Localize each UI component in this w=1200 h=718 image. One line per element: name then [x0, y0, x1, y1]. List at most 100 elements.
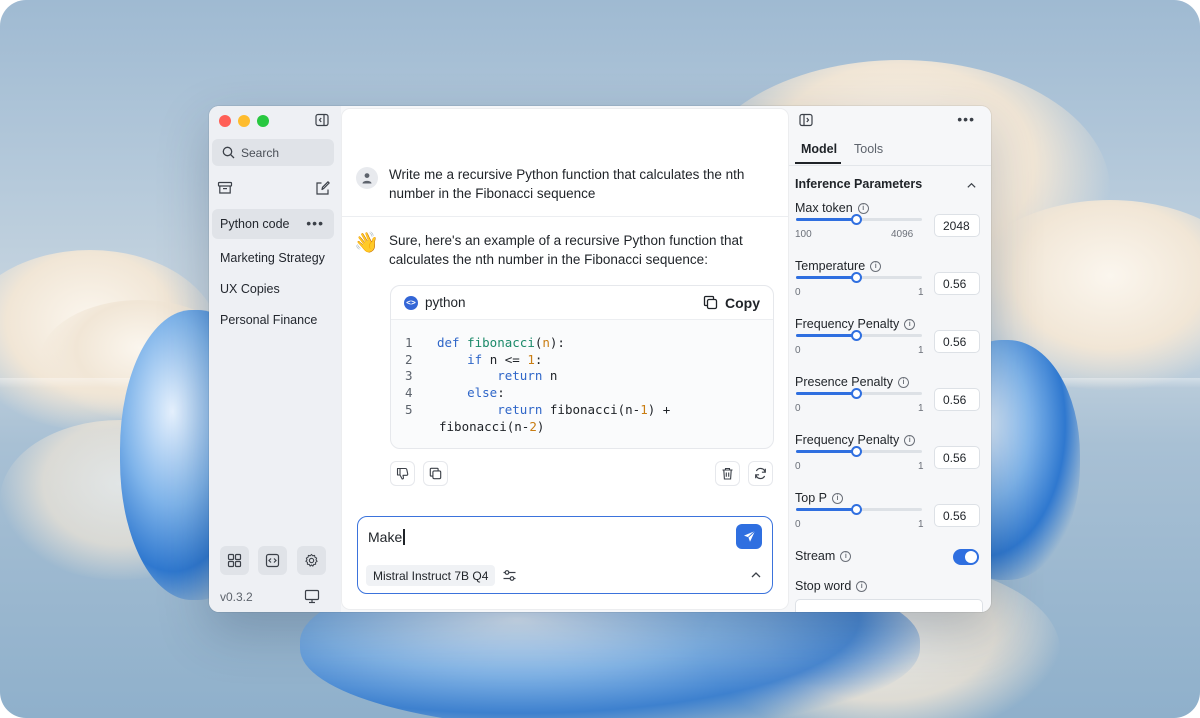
search-input[interactable]: Search — [212, 139, 334, 166]
more-options-icon[interactable]: ••• — [306, 215, 324, 231]
zoom-window-button[interactable] — [257, 115, 269, 127]
chevron-up-icon[interactable] — [750, 569, 762, 581]
parameter-label: Max token — [795, 201, 853, 215]
parameter-label: Frequency Penalty — [795, 433, 900, 447]
parameter-label: Temperature — [795, 259, 866, 273]
slider-max-label: 1 — [918, 519, 924, 530]
parameter-value-input[interactable]: 0.56 — [934, 272, 980, 295]
copy-message-button[interactable] — [423, 461, 448, 486]
slider-max-label: 4096 — [891, 229, 914, 240]
apps-button[interactable] — [220, 546, 249, 575]
conversation-item[interactable]: Python code ••• — [212, 209, 334, 239]
info-icon[interactable]: i — [857, 202, 869, 214]
info-icon[interactable]: i — [897, 376, 909, 388]
message-input[interactable]: Make — [368, 529, 405, 545]
parameter-value-input[interactable]: 0.56 — [934, 330, 980, 353]
slider-thumb[interactable] — [851, 446, 862, 457]
slider-thumb[interactable] — [851, 272, 862, 283]
model-selector[interactable]: Mistral Instruct 7B Q4 — [366, 565, 496, 586]
parameter-value-input[interactable]: 0.56 — [934, 446, 980, 469]
parameter-value-input[interactable]: 2048 — [934, 214, 980, 237]
minimize-window-button[interactable] — [238, 115, 250, 127]
developer-button[interactable] — [258, 546, 287, 575]
parameter-slider[interactable] — [796, 214, 922, 225]
parameter-setting: Presence Penalty i 0 1 0.56 — [795, 375, 983, 425]
parameter-label: Frequency Penalty — [795, 317, 900, 331]
parameter-slider[interactable] — [796, 504, 922, 515]
settings-button[interactable] — [297, 546, 326, 575]
info-icon[interactable]: i — [904, 318, 916, 330]
app-window: Search Python code ••• Marketing Strateg… — [209, 106, 991, 612]
parameter-value-input[interactable]: 0.56 — [934, 388, 980, 411]
conversation-item[interactable]: Marketing Strategy — [212, 243, 334, 273]
conversation-label: UX Copies — [220, 282, 280, 296]
slider-thumb[interactable] — [851, 504, 862, 515]
code-token: return — [497, 368, 543, 384]
copy-icon — [703, 295, 718, 310]
slider-fill — [796, 334, 856, 337]
code-token: if — [467, 351, 483, 367]
close-window-button[interactable] — [219, 115, 231, 127]
monitor-icon[interactable] — [304, 589, 320, 604]
grid-icon — [227, 553, 242, 568]
info-icon[interactable]: i — [904, 434, 916, 446]
code-token: n — [542, 368, 558, 384]
code-token: fibonacci(n- — [542, 401, 641, 417]
conversation-item[interactable]: Personal Finance — [212, 305, 334, 335]
code-token: n <= — [482, 351, 528, 367]
parameter-slider[interactable] — [796, 330, 922, 341]
slider-max-label: 1 — [918, 345, 924, 356]
message-composer[interactable]: Make Mistral Instruct 7B Q4 — [357, 516, 773, 594]
line-number: 3 — [405, 368, 413, 384]
tab-model[interactable]: Model — [801, 142, 837, 156]
conversation-item[interactable]: UX Copies — [212, 274, 334, 304]
parameter-label-group: Frequency Penalty i — [795, 433, 916, 447]
parameter-label: Presence Penalty — [795, 375, 893, 389]
new-chat-icon[interactable] — [315, 180, 331, 196]
text-caret — [403, 529, 405, 545]
stop-word-input[interactable] — [795, 599, 983, 612]
parameter-slider[interactable] — [796, 272, 922, 283]
panel-toggle-icon[interactable] — [799, 113, 813, 127]
info-icon[interactable]: i — [840, 550, 852, 562]
delete-message-button[interactable] — [715, 461, 740, 486]
slider-min-label: 100 — [795, 229, 812, 240]
code-token: def — [437, 335, 468, 350]
sidebar-toggle-icon[interactable] — [315, 113, 329, 127]
stop-word-label-group: Stop word i — [795, 579, 868, 593]
parameter-value-input[interactable]: 0.56 — [934, 504, 980, 527]
sliders-icon[interactable] — [502, 568, 517, 583]
stream-toggle[interactable] — [953, 549, 979, 565]
code-line: 2 if n <= 1: — [403, 352, 761, 369]
slider-thumb[interactable] — [851, 214, 862, 225]
chevron-up-icon[interactable] — [966, 180, 977, 191]
parameter-slider[interactable] — [796, 446, 922, 457]
parameter-slider[interactable] — [796, 388, 922, 399]
tab-tools[interactable]: Tools — [854, 142, 883, 156]
code-token: : — [497, 385, 505, 401]
slider-fill — [796, 508, 856, 511]
info-icon[interactable]: i — [831, 492, 843, 504]
slider-thumb[interactable] — [851, 330, 862, 341]
stream-label-group: Stream i — [795, 549, 852, 563]
send-icon — [743, 530, 755, 542]
parameter-label-group: Top P i — [795, 491, 843, 505]
code-token: ) + — [647, 401, 671, 417]
more-options-icon[interactable]: ••• — [957, 111, 975, 127]
info-icon[interactable]: i — [856, 580, 868, 592]
send-button[interactable] — [736, 524, 762, 549]
divider — [342, 216, 788, 217]
slider-thumb[interactable] — [851, 388, 862, 399]
archive-icon[interactable] — [217, 180, 233, 196]
regenerate-button[interactable] — [748, 461, 773, 486]
copy-code-button[interactable]: Copy — [703, 295, 760, 311]
chat-area: Write me a recursive Python function tha… — [342, 109, 788, 609]
user-message-text: Write me a recursive Python function tha… — [389, 167, 745, 201]
code-token: n — [542, 335, 550, 350]
slider-min-label: 0 — [795, 287, 801, 298]
info-icon[interactable]: i — [870, 260, 882, 272]
thumbs-down-button[interactable] — [390, 461, 415, 486]
